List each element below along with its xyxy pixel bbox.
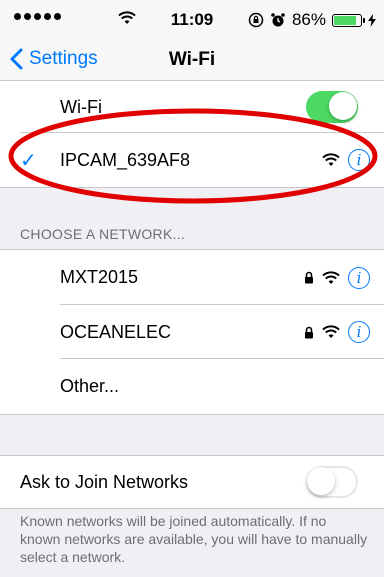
info-icon[interactable]: i <box>348 321 370 343</box>
wifi-signal-icon <box>322 153 340 166</box>
charging-bolt-icon <box>368 13 376 27</box>
wifi-group: Wi-Fi ✓ IPCAM_639AF8 i <box>0 81 384 187</box>
wifi-toggle-label: Wi-Fi <box>60 96 102 117</box>
lock-icon <box>305 271 313 284</box>
ask-to-join-note: Known networks will be joined automatica… <box>20 513 368 565</box>
network-row[interactable]: MXT2015 i <box>0 250 384 305</box>
network-name: MXT2015 <box>60 267 139 287</box>
checkmark-icon: ✓ <box>20 149 37 172</box>
info-icon[interactable]: i <box>348 149 370 171</box>
status-bar: 11:09 86% <box>0 0 384 40</box>
navigation-bar: Settings Wi-Fi <box>0 40 384 85</box>
info-icon[interactable]: i <box>348 266 370 289</box>
wifi-signal-icon <box>322 325 340 338</box>
lock-icon <box>305 326 313 338</box>
ask-to-join-toggle[interactable] <box>306 466 358 498</box>
ask-to-join-label: Ask to Join Networks <box>20 471 189 492</box>
wifi-signal-icon <box>322 270 340 284</box>
alarm-icon <box>271 13 285 27</box>
ask-to-join-group: Ask to Join Networks <box>0 456 384 508</box>
wifi-toggle[interactable] <box>306 91 358 123</box>
battery-icon <box>332 13 365 27</box>
battery-percentage: 86% <box>291 10 326 29</box>
connected-network-row[interactable]: ✓ IPCAM_639AF8 i <box>0 133 384 187</box>
other-network-label: Other... <box>60 376 120 396</box>
orientation-lock-icon <box>248 12 264 28</box>
ask-to-join-row: Ask to Join Networks <box>0 456 384 508</box>
connected-network-name: IPCAM_639AF8 <box>60 149 191 170</box>
networks-group: MXT2015 i OCEANELEC i Other... <box>0 250 384 414</box>
wifi-toggle-row: Wi-Fi <box>0 81 384 133</box>
section-header-choose-network: CHOOSE A NETWORK... <box>20 226 186 242</box>
page-title: Wi-Fi <box>168 49 216 70</box>
other-network-row[interactable]: Other... <box>0 359 384 414</box>
network-row[interactable]: OCEANELEC i <box>0 305 384 359</box>
network-name: OCEANELEC <box>60 321 172 342</box>
